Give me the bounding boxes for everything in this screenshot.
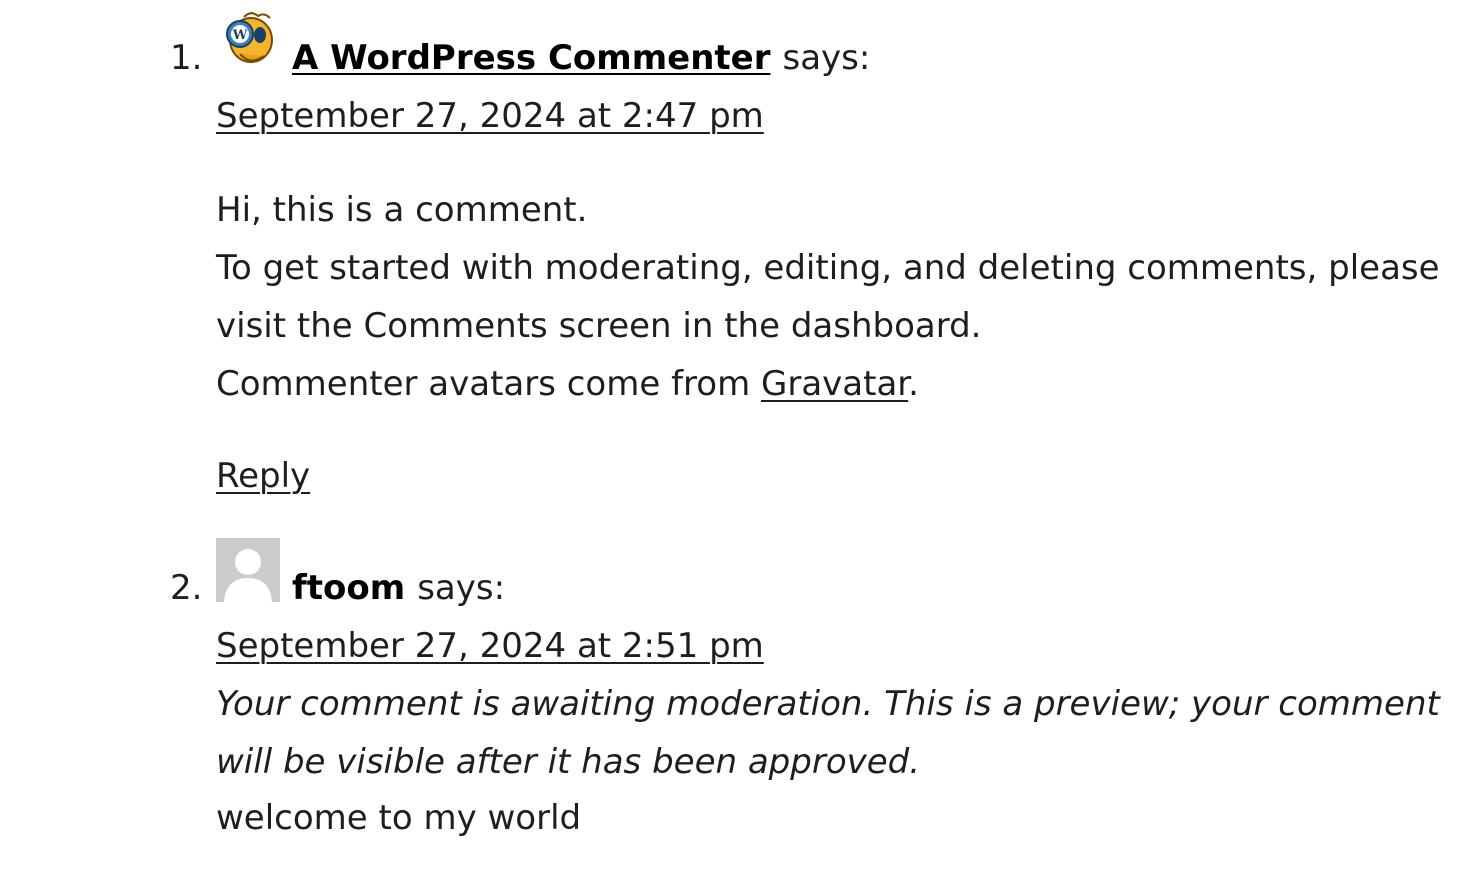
wordpress-commenter-avatar-icon: W: [218, 8, 282, 72]
says-label: says:: [782, 38, 871, 78]
gravatar-link[interactable]: Gravatar: [761, 364, 908, 404]
reply-link[interactable]: Reply: [216, 456, 310, 496]
comment-content: welcome to my world: [216, 798, 582, 838]
comment-date-link[interactable]: September 27, 2024 at 2:51 pm: [216, 626, 764, 666]
comment-author-line: ftoom says:: [292, 568, 505, 608]
comment-text: .: [908, 364, 919, 404]
svg-text:W: W: [232, 28, 248, 43]
comment-author-line: A WordPress Commenter says:: [292, 38, 870, 78]
comment-paragraph: Hi, this is a comment.: [216, 190, 588, 230]
comment-awaiting-moderation: Your comment is awaiting moderation. Thi…: [216, 684, 1440, 782]
comment-paragraph: Commenter avatars come from Gravatar.: [216, 355, 1456, 413]
comment-number: 1.: [170, 38, 203, 78]
comment-text: Commenter avatars come from: [216, 364, 762, 404]
comment-author-link[interactable]: A WordPress Commenter: [292, 38, 770, 78]
comment-author-name: ftoom: [292, 568, 406, 608]
comment-content: Hi, this is a comment. To get started wi…: [216, 181, 1456, 413]
comment-paragraph: To get started with moderating, editing,…: [216, 248, 1440, 346]
comment-number: 2.: [170, 568, 203, 608]
comment-date-link[interactable]: September 27, 2024 at 2:47 pm: [216, 96, 764, 136]
default-avatar-icon: [216, 538, 280, 602]
says-label: says:: [417, 568, 506, 608]
